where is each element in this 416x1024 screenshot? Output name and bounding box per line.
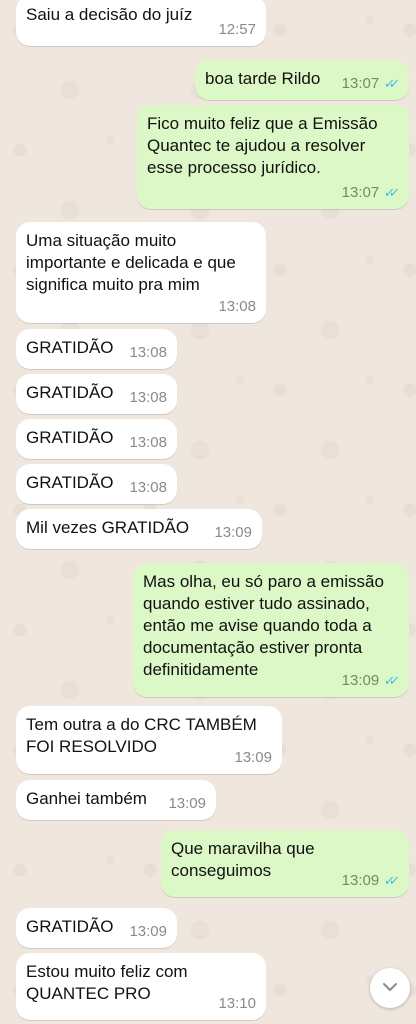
message-bubble-incoming[interactable]: GRATIDÃO 13:08 [16, 374, 177, 414]
double-check-icon: ✓✓ [383, 185, 396, 200]
message-time: 13:08 [129, 434, 167, 451]
message-bubble-incoming[interactable]: GRATIDÃO 13:08 [16, 464, 177, 504]
message-time: 13:07 [341, 75, 380, 92]
message-time: 13:08 [129, 344, 167, 361]
message-time: 13:09 [168, 795, 206, 812]
message-time: 13:09 [129, 923, 167, 940]
message-time: 12:57 [218, 21, 256, 38]
message-bubble-incoming[interactable]: Ganhei também 13:09 [16, 780, 216, 820]
message-time: 13:10 [218, 995, 256, 1012]
message-meta: 13:09 [129, 921, 167, 943]
double-check-icon: ✓✓ [383, 873, 396, 888]
message-bubble-incoming[interactable]: GRATIDÃO 13:08 [16, 329, 177, 369]
message-meta: 13:10 [218, 993, 256, 1015]
message-time: 13:08 [129, 389, 167, 406]
message-bubble-incoming[interactable]: Saiu a decisão do juíz 12:57 [16, 0, 266, 46]
message-meta: 13:07 ✓✓ [342, 73, 399, 95]
message-meta: 13:08 [129, 477, 167, 499]
message-bubble-incoming[interactable]: Mil vezes GRATIDÃO 13:09 [16, 509, 262, 549]
message-text: Mas olha, eu só paro a emissão quando es… [143, 572, 384, 679]
message-time: 13:09 [341, 672, 380, 689]
double-check-icon: ✓✓ [383, 673, 396, 688]
message-text: Uma situação muito importante e delicada… [26, 231, 236, 294]
message-bubble-incoming[interactable]: Uma situação muito importante e delicada… [16, 222, 266, 323]
message-time: 13:07 [341, 184, 380, 201]
message-time: 13:08 [129, 479, 167, 496]
message-time: 13:09 [214, 524, 252, 541]
message-meta: 13:08 [129, 342, 167, 364]
message-bubble-outgoing[interactable]: Que maravilha que conseguimos 13:09 ✓✓ [161, 830, 409, 897]
message-bubble-outgoing[interactable]: Fico muito feliz que a Emissão Quantec t… [137, 105, 409, 209]
message-bubble-incoming[interactable]: Estou muito feliz com QUANTEC PRO 13:10 [16, 953, 266, 1020]
message-meta: 13:08 [129, 432, 167, 454]
message-meta: 13:08 [218, 296, 256, 318]
message-meta: 13:09 [168, 793, 206, 815]
message-meta: 13:09 ✓✓ [342, 870, 399, 892]
chevron-down-icon [382, 979, 398, 997]
message-meta: 13:08 [129, 387, 167, 409]
message-bubble-incoming[interactable]: GRATIDÃO 13:09 [16, 908, 177, 948]
message-bubble-outgoing[interactable]: Mas olha, eu só paro a emissão quando es… [133, 563, 409, 697]
message-meta: 13:07 ✓✓ [342, 182, 399, 204]
scroll-to-bottom-button[interactable] [370, 968, 410, 1008]
message-bubble-incoming[interactable]: GRATIDÃO 13:08 [16, 419, 177, 459]
message-meta: 13:09 ✓✓ [342, 670, 399, 692]
message-meta: 13:09 [234, 747, 272, 769]
message-meta: 13:09 [214, 522, 252, 544]
message-time: 13:09 [234, 749, 272, 766]
message-list: Saiu a decisão do juíz 12:57 boa tarde R… [0, 0, 416, 1024]
message-time: 13:09 [341, 872, 380, 889]
message-bubble-incoming[interactable]: Tem outra a do CRC TAMBÉM FOI RESOLVIDO … [16, 706, 282, 774]
message-bubble-outgoing[interactable]: boa tarde Rildo 13:07 ✓✓ [195, 60, 409, 100]
message-time: 13:08 [218, 298, 256, 315]
message-text: Fico muito feliz que a Emissão Quantec t… [147, 114, 378, 177]
double-check-icon: ✓✓ [383, 76, 396, 91]
message-meta: 12:57 [218, 19, 256, 41]
